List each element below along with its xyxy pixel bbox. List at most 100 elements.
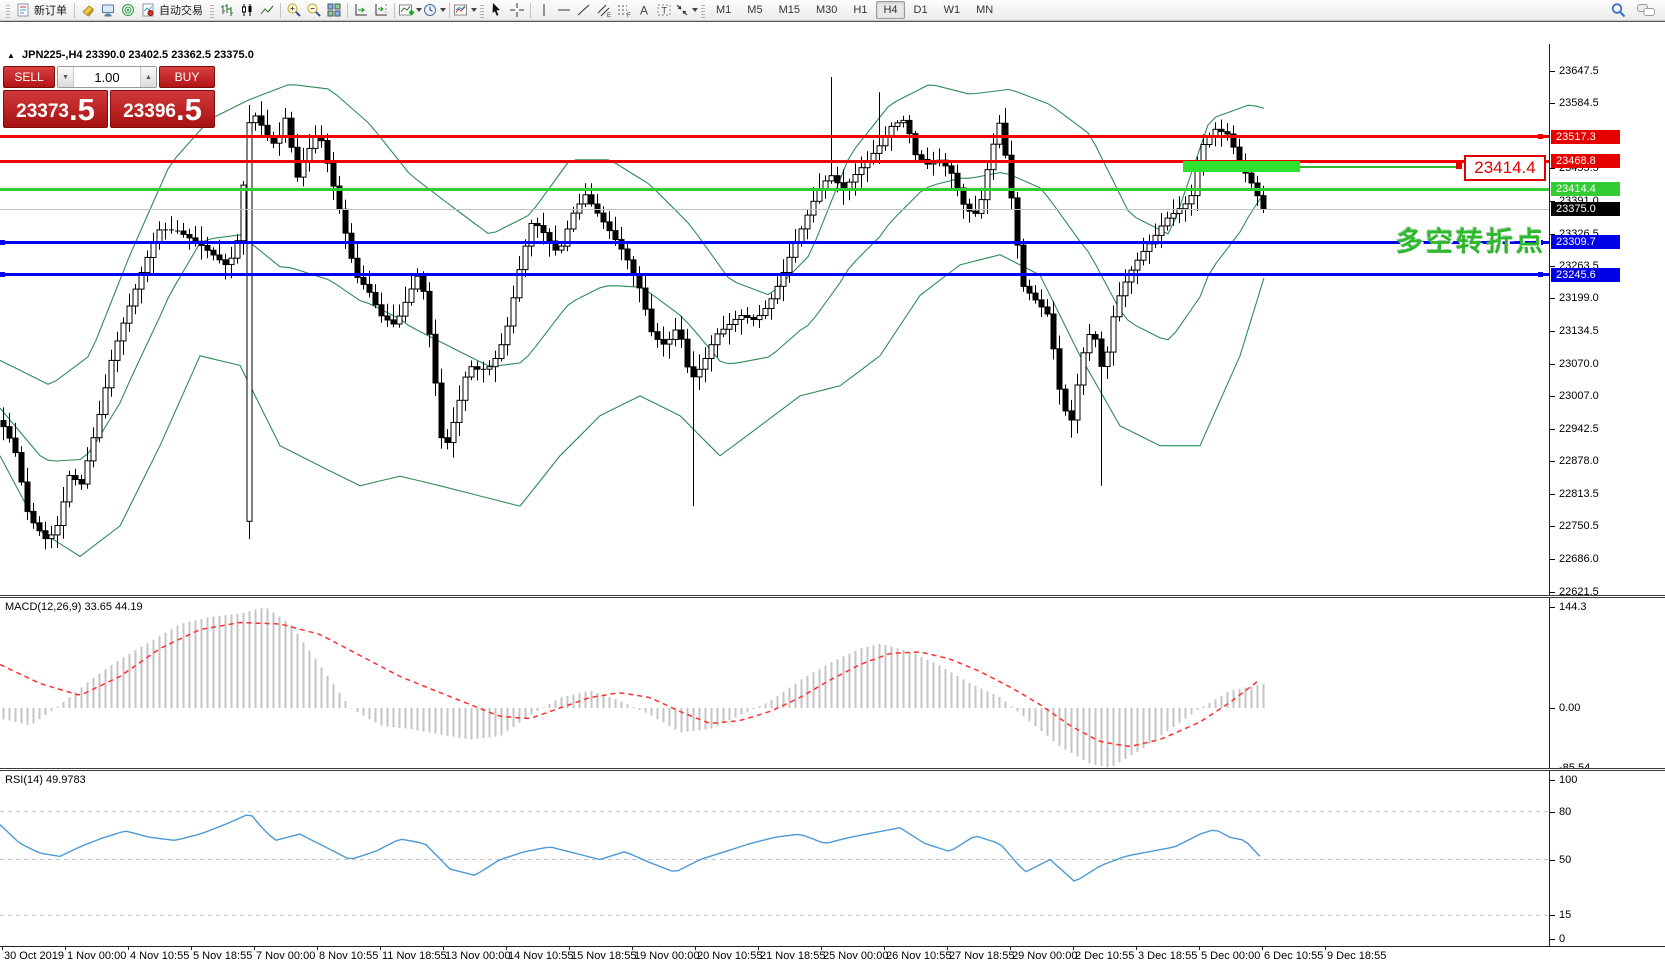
computer-button[interactable]: [98, 1, 118, 19]
chart-shift-icon: [373, 2, 389, 18]
candle: [721, 316, 726, 337]
trendline-icon: [576, 2, 592, 18]
auto-scroll-button[interactable]: [351, 1, 371, 19]
chart-shift-button[interactable]: [371, 1, 391, 19]
autotrade-label[interactable]: 自动交易: [158, 2, 207, 18]
eraser-button[interactable]: [78, 1, 98, 19]
price-tick-label: 22813.5: [1550, 488, 1599, 501]
candle: [589, 183, 594, 206]
candle: [739, 309, 744, 334]
volume-down-button[interactable]: ▼: [58, 67, 73, 87]
turning-point-note[interactable]: 多空转折点: [1396, 220, 1546, 259]
time-tick: [1010, 947, 1011, 950]
line-chart-button[interactable]: [257, 1, 277, 19]
bar-chart-button[interactable]: [217, 1, 237, 19]
candle: [73, 469, 78, 486]
collapse-marker-icon[interactable]: ▲: [7, 51, 15, 60]
green-highlight-bar[interactable]: [1183, 161, 1300, 172]
candle: [775, 276, 780, 304]
period-button[interactable]: [422, 1, 446, 19]
candle: [433, 320, 438, 397]
time-label: 4 Nov 10:55: [130, 950, 189, 962]
candle: [145, 250, 150, 282]
dropdown-arrow-icon: [692, 8, 698, 12]
timeframe-button-h1[interactable]: H1: [846, 1, 874, 19]
macd-pane-separator[interactable]: [0, 595, 1665, 598]
channel-button[interactable]: E: [594, 1, 614, 19]
candle: [1045, 299, 1050, 317]
timeframe-button-w1[interactable]: W1: [937, 1, 968, 19]
candle: [1009, 141, 1014, 210]
tile-windows-button[interactable]: [324, 1, 344, 19]
price-callout-label[interactable]: 23414.4: [1464, 155, 1546, 181]
candle: [391, 305, 396, 328]
timeframe-button-d1[interactable]: D1: [907, 1, 935, 19]
candle: [253, 113, 258, 131]
crosshair-button[interactable]: [507, 1, 527, 19]
candle: [499, 333, 504, 361]
candle: [1189, 185, 1194, 216]
price-axis[interactable]: 23647.523584.523455.523391.023326.523263…: [1549, 44, 1665, 947]
candle: [667, 332, 672, 359]
candle: [79, 475, 84, 490]
candle: [1261, 186, 1266, 213]
time-tick: [1199, 947, 1200, 950]
candle: [949, 162, 954, 189]
vertical-line-button[interactable]: [534, 1, 554, 19]
time-axis[interactable]: 30 Oct 20191 Nov 00:004 Nov 10:555 Nov 1…: [0, 947, 1665, 964]
timeframe-button-mn[interactable]: MN: [969, 1, 1000, 19]
chart-window[interactable]: 23414.4 多空转折点 ▲ JPN225-,H4 23390.0 23402…: [0, 22, 1665, 942]
timeframe-button-m5[interactable]: M5: [740, 1, 769, 19]
main-price-pane[interactable]: [0, 44, 1549, 596]
candle: [403, 287, 408, 323]
buy-price-display[interactable]: 23396 .5: [110, 90, 215, 128]
timeframe-button-m15[interactable]: M15: [772, 1, 807, 19]
candle: [385, 304, 390, 327]
volume-up-button[interactable]: ▲: [141, 67, 156, 87]
sell-price-display[interactable]: 23373 .5: [3, 90, 108, 128]
volume-value[interactable]: 1.00: [73, 67, 141, 87]
candle: [553, 226, 558, 256]
text-button[interactable]: A: [634, 1, 654, 19]
candle: [583, 183, 588, 207]
cursor-button[interactable]: [487, 1, 507, 19]
search-button[interactable]: [1608, 1, 1628, 19]
timeframe-button-h4[interactable]: H4: [876, 1, 904, 19]
template-button[interactable]: [453, 1, 477, 19]
text-label-button[interactable]: T: [654, 1, 674, 19]
price-tick-label: 22686.0: [1550, 553, 1599, 566]
chat-button[interactable]: [1636, 1, 1656, 19]
signal-button[interactable]: [118, 1, 138, 19]
clock-icon: [422, 2, 438, 18]
symbol-title-bar: ▲ JPN225-,H4 23390.0 23402.5 23362.5 233…: [7, 49, 254, 61]
candle: [541, 213, 546, 245]
indicators-button[interactable]: [398, 1, 422, 19]
zoom-in-button[interactable]: [284, 1, 304, 19]
macd-pane[interactable]: [0, 598, 1549, 769]
fibonacci-button[interactable]: F: [614, 1, 634, 19]
new-order-button[interactable]: [13, 1, 33, 19]
autotrade-button[interactable]: [138, 1, 158, 19]
rsi-pane-separator[interactable]: [0, 768, 1665, 771]
sell-button[interactable]: SELL: [3, 66, 55, 88]
new-order-label[interactable]: 新订单: [33, 2, 71, 18]
auto-scroll-icon: [353, 2, 369, 18]
timeframe-button-m1[interactable]: M1: [709, 1, 738, 19]
timeframe-button-m30[interactable]: M30: [809, 1, 844, 19]
svg-text:T: T: [662, 6, 668, 16]
shapes-button[interactable]: [674, 1, 698, 19]
time-tick: [128, 947, 129, 950]
trendline-button[interactable]: [574, 1, 594, 19]
zoom-out-button[interactable]: [304, 1, 324, 19]
candlestick-chart-button[interactable]: [237, 1, 257, 19]
search-icon: [1610, 2, 1627, 19]
time-tick: [1325, 947, 1326, 950]
svg-text:A: A: [640, 4, 648, 18]
candle: [523, 239, 528, 277]
zoom-in-icon: [286, 2, 302, 18]
rsi-pane[interactable]: [0, 771, 1549, 946]
horizontal-line-button[interactable]: [554, 1, 574, 19]
timeframe-group: M1M5M15M30H1H4D1W1MN: [708, 1, 1001, 19]
buy-button[interactable]: BUY: [159, 66, 215, 88]
dropdown-arrow-icon: [471, 8, 477, 12]
